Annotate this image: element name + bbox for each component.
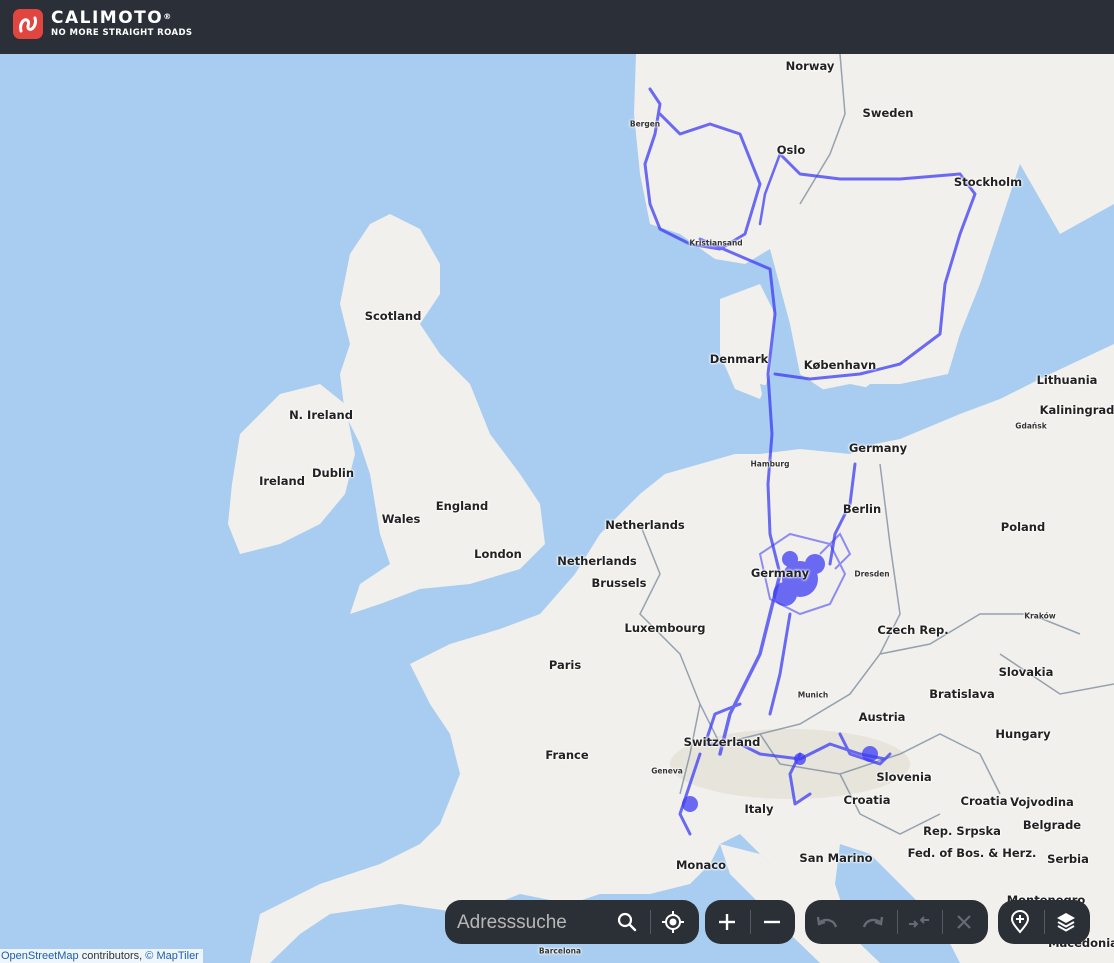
- zoom-controls: [705, 900, 795, 944]
- map-label-dublin: Dublin: [311, 466, 355, 480]
- search-button[interactable]: [605, 900, 649, 944]
- redo-button[interactable]: [851, 900, 895, 944]
- attribution-text: contributors,: [78, 950, 146, 962]
- map-label-fed-bos-herz: Fed. of Bos. & Herz.: [907, 846, 1037, 860]
- map-label-bergen: Bergen: [629, 119, 661, 129]
- clear-icon: [957, 915, 971, 929]
- map-canvas[interactable]: Norway Sweden Bergen Oslo Stockholm Kristians…: [0, 54, 1114, 963]
- map-label-netherlands-1: Netherlands: [605, 518, 685, 532]
- map-tools: [998, 900, 1090, 944]
- map-label-geneva: Geneva: [651, 766, 683, 776]
- zoom-in-button[interactable]: [705, 900, 749, 944]
- app-header: CALIMOTO® NO MORE STRAIGHT ROADS: [0, 0, 1114, 54]
- map-label-lithuania: Lithuania: [1036, 373, 1098, 387]
- map-label-kaliningrad: Kaliningrad: [1039, 403, 1114, 417]
- address-search-bar: [445, 900, 699, 944]
- map-label-serbia: Serbia: [1047, 852, 1089, 866]
- map-label-sweden: Sweden: [862, 106, 914, 120]
- map-label-slovenia: Slovenia: [876, 770, 932, 784]
- reverse-route-icon: [909, 916, 929, 928]
- map-layers-button[interactable]: [1044, 900, 1088, 944]
- map-label-gdansk: Gdańsk: [1015, 421, 1047, 431]
- map-label-belgrade: Belgrade: [1022, 818, 1082, 832]
- locate-me-button[interactable]: [651, 900, 695, 944]
- map-label-norway: Norway: [785, 59, 835, 73]
- brand-tagline: NO MORE STRAIGHT ROADS: [51, 28, 193, 38]
- map-label-stockholm: Stockholm: [953, 175, 1023, 189]
- map-label-scotland: Scotland: [364, 309, 422, 323]
- map-label-paris: Paris: [548, 658, 582, 672]
- map-label-london: London: [474, 547, 522, 561]
- map-label-ireland: Ireland: [259, 474, 305, 488]
- undo-icon: [816, 916, 838, 928]
- reverse-route-button[interactable]: [897, 900, 941, 944]
- map-label-switzerland: Switzerland: [683, 735, 761, 749]
- map-label-n-ireland: N. Ireland: [289, 408, 353, 422]
- brand-name: CALIMOTO®: [51, 8, 172, 28]
- map-label-poland: Poland: [1000, 520, 1046, 534]
- route-edit-controls: [805, 900, 988, 944]
- map-label-slovakia: Slovakia: [998, 665, 1054, 679]
- openstreetmap-link[interactable]: OpenStreetMap: [1, 950, 79, 962]
- map-label-kristiansand: Kristiansand: [689, 238, 743, 248]
- map-label-barcelona: Barcelona: [538, 946, 582, 956]
- zoom-out-button[interactable]: [750, 900, 794, 944]
- add-waypoint-icon: [1010, 910, 1030, 934]
- map-label-kobenhavn: København: [803, 358, 877, 372]
- map-label-italy: Italy: [744, 802, 774, 816]
- add-waypoint-button[interactable]: [998, 900, 1042, 944]
- map-label-netherlands-2: Netherlands: [557, 554, 637, 568]
- map-label-wales: Wales: [381, 512, 421, 526]
- map-attribution: OpenStreetMap contributors, © MapTiler: [0, 949, 203, 963]
- undo-button[interactable]: [805, 900, 849, 944]
- map-label-hungary: Hungary: [995, 727, 1051, 741]
- calimoto-logo-icon[interactable]: [13, 9, 43, 39]
- map-label-munich: Munich: [797, 690, 829, 700]
- map-label-czech-rep: Czech Rep.: [877, 623, 949, 637]
- map-label-luxembourg: Luxembourg: [624, 621, 706, 635]
- map-label-germany-center: Germany: [750, 566, 810, 580]
- map-label-rep-srpska: Rep. Srpska: [923, 824, 1001, 838]
- address-search-input[interactable]: [455, 908, 609, 938]
- clear-route-button[interactable]: [942, 900, 986, 944]
- maptiler-link[interactable]: © MapTiler: [145, 950, 199, 962]
- locate-icon: [662, 911, 684, 933]
- map-label-monaco: Monaco: [675, 858, 727, 872]
- map-label-dresden: Dresden: [854, 569, 890, 579]
- redo-icon: [862, 916, 884, 928]
- zoom-in-icon: [719, 914, 735, 930]
- map-label-san-marino: San Marino: [799, 851, 873, 865]
- map-label-berlin: Berlin: [842, 502, 882, 516]
- map-label-bratislava: Bratislava: [929, 687, 995, 701]
- map-label-germany-north: Germany: [848, 441, 908, 455]
- zoom-out-icon: [764, 920, 780, 924]
- search-icon: [617, 912, 637, 932]
- map-label-oslo: Oslo: [776, 143, 806, 157]
- map-label-krakow: Kraków: [1024, 611, 1056, 621]
- map-label-croatia-2: Croatia: [960, 794, 1008, 808]
- map-label-vojvodina: Vojvodina: [1010, 795, 1074, 809]
- map-label-denmark: Denmark: [709, 352, 769, 366]
- map-label-england: England: [435, 499, 489, 513]
- map-label-brussels: Brussels: [591, 576, 647, 590]
- map-label-croatia-1: Croatia: [843, 793, 891, 807]
- map-label-hamburg: Hamburg: [750, 459, 790, 469]
- map-label-france: France: [545, 748, 589, 762]
- layers-icon: [1057, 913, 1075, 932]
- map-label-austria: Austria: [858, 710, 906, 724]
